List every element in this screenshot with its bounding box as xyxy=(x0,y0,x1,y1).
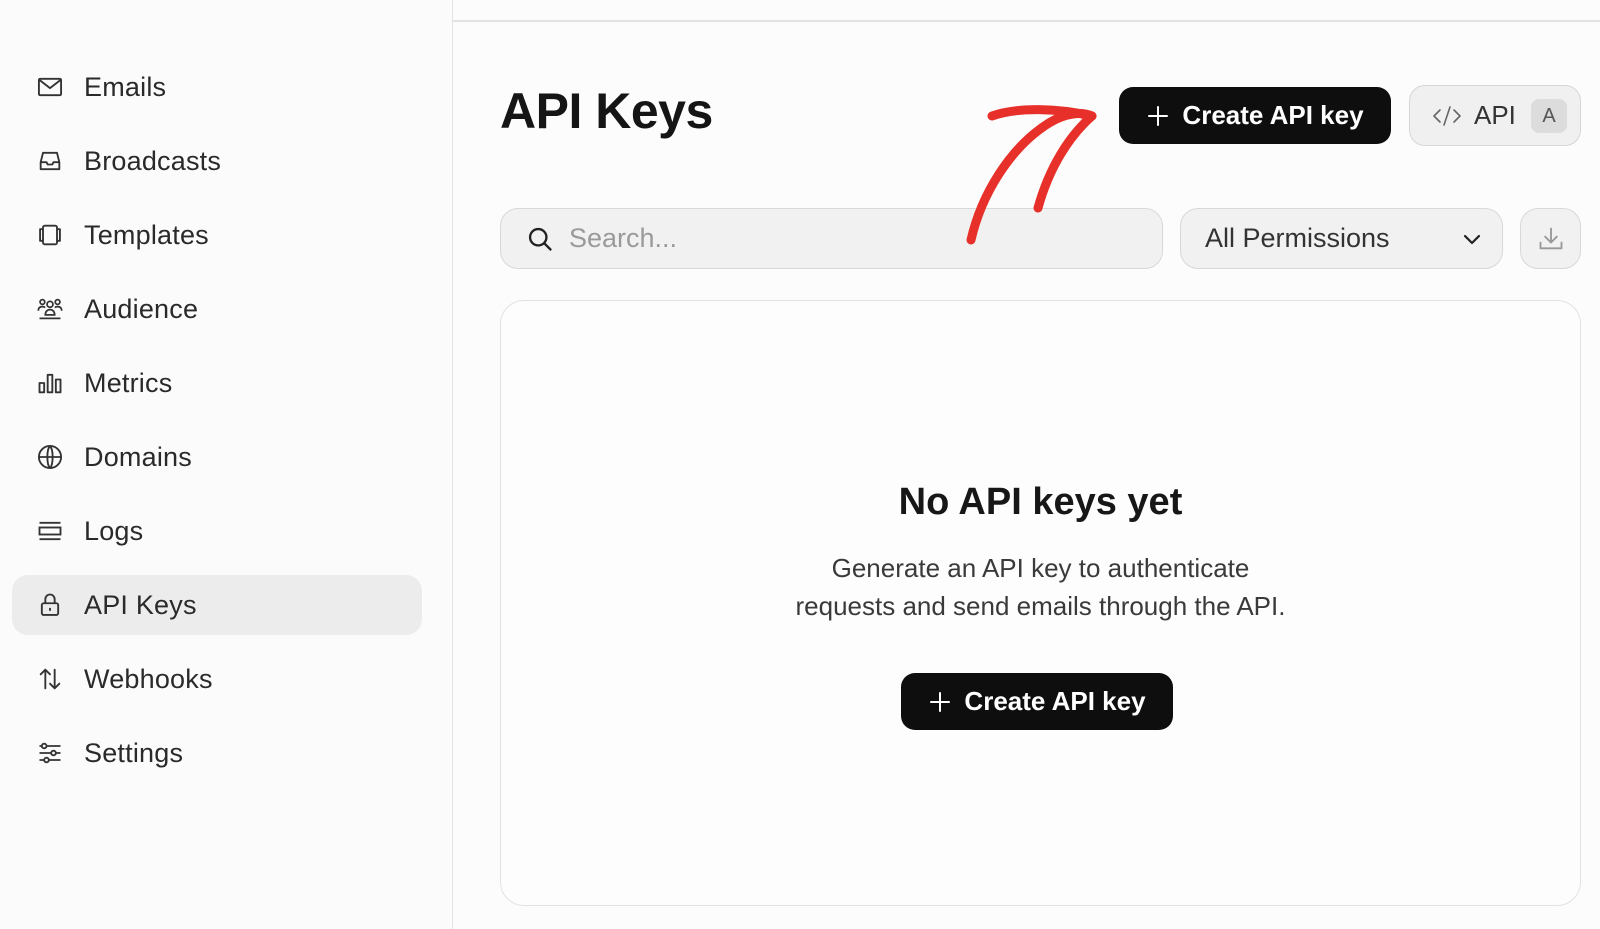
sidebar-item-settings[interactable]: Settings xyxy=(12,723,422,783)
plus-icon xyxy=(928,690,952,714)
plus-icon xyxy=(1146,104,1170,128)
main-content: API Keys Create API key API A All Permis… xyxy=(453,0,1600,929)
lock-icon xyxy=(36,591,64,619)
sidebar-item-label: Logs xyxy=(84,516,144,546)
create-api-key-label: Create API key xyxy=(964,686,1146,716)
empty-state-title: No API keys yet xyxy=(898,481,1183,523)
sidebar-item-label: Webhooks xyxy=(84,664,213,694)
create-api-key-label: Create API key xyxy=(1182,100,1364,130)
sidebar-item-templates[interactable]: Templates xyxy=(12,205,422,265)
sidebar-item-logs[interactable]: Logs xyxy=(12,501,422,561)
search-field[interactable] xyxy=(500,208,1163,269)
sidebar-item-label: Metrics xyxy=(84,368,173,398)
inbox-icon xyxy=(36,147,64,175)
api-docs-button[interactable]: API A xyxy=(1409,85,1581,146)
api-label: API xyxy=(1474,100,1516,130)
users-icon xyxy=(36,295,64,323)
globe-icon xyxy=(36,443,64,471)
sidebar-item-label: Broadcasts xyxy=(84,146,222,176)
search-input[interactable] xyxy=(569,209,1129,267)
sidebar-item-webhooks[interactable]: Webhooks xyxy=(12,649,422,709)
empty-state-description-line: requests and send emails through the API… xyxy=(795,591,1286,621)
empty-state-create-api-key-button[interactable]: Create API key xyxy=(901,673,1173,730)
sidebar: Emails Broadcasts Templates Audience Met… xyxy=(0,0,453,929)
bar-chart-icon xyxy=(36,369,64,397)
search-icon xyxy=(528,227,552,251)
logs-icon xyxy=(36,517,64,545)
sliders-icon xyxy=(36,739,64,767)
permissions-select[interactable]: All Permissions xyxy=(1180,208,1503,269)
create-api-key-button[interactable]: Create API key xyxy=(1119,87,1391,144)
sidebar-item-label: Templates xyxy=(84,220,209,250)
sidebar-item-label: Audience xyxy=(84,294,199,324)
code-icon xyxy=(1433,106,1461,126)
sidebar-item-label: API Keys xyxy=(84,590,197,620)
sidebar-item-emails[interactable]: Emails xyxy=(12,57,422,117)
sidebar-item-broadcasts[interactable]: Broadcasts xyxy=(12,131,422,191)
sidebar-item-api-keys[interactable]: API Keys xyxy=(12,575,422,635)
chevron-down-icon xyxy=(1463,234,1481,245)
export-button[interactable] xyxy=(1520,208,1581,269)
avatar[interactable]: A xyxy=(1531,99,1567,133)
templates-icon xyxy=(36,221,64,249)
mail-icon xyxy=(36,73,64,101)
arrows-up-down-icon xyxy=(36,665,64,693)
sidebar-item-label: Domains xyxy=(84,442,192,472)
sidebar-item-metrics[interactable]: Metrics xyxy=(12,353,422,413)
sidebar-item-domains[interactable]: Domains xyxy=(12,427,422,487)
empty-state-description-line: Generate an API key to authenticate xyxy=(831,553,1250,583)
sidebar-item-audience[interactable]: Audience xyxy=(12,279,422,339)
sidebar-item-label: Emails xyxy=(84,72,167,102)
sidebar-item-label: Settings xyxy=(84,738,184,768)
permissions-select-value: All Permissions xyxy=(1205,223,1390,253)
empty-state-description: Generate an API key to authenticate requ… xyxy=(501,549,1580,625)
download-icon xyxy=(1539,227,1563,250)
divider xyxy=(453,20,1600,22)
page-title: API Keys xyxy=(500,83,713,139)
empty-state-card: No API keys yet Generate an API key to a… xyxy=(500,300,1581,906)
